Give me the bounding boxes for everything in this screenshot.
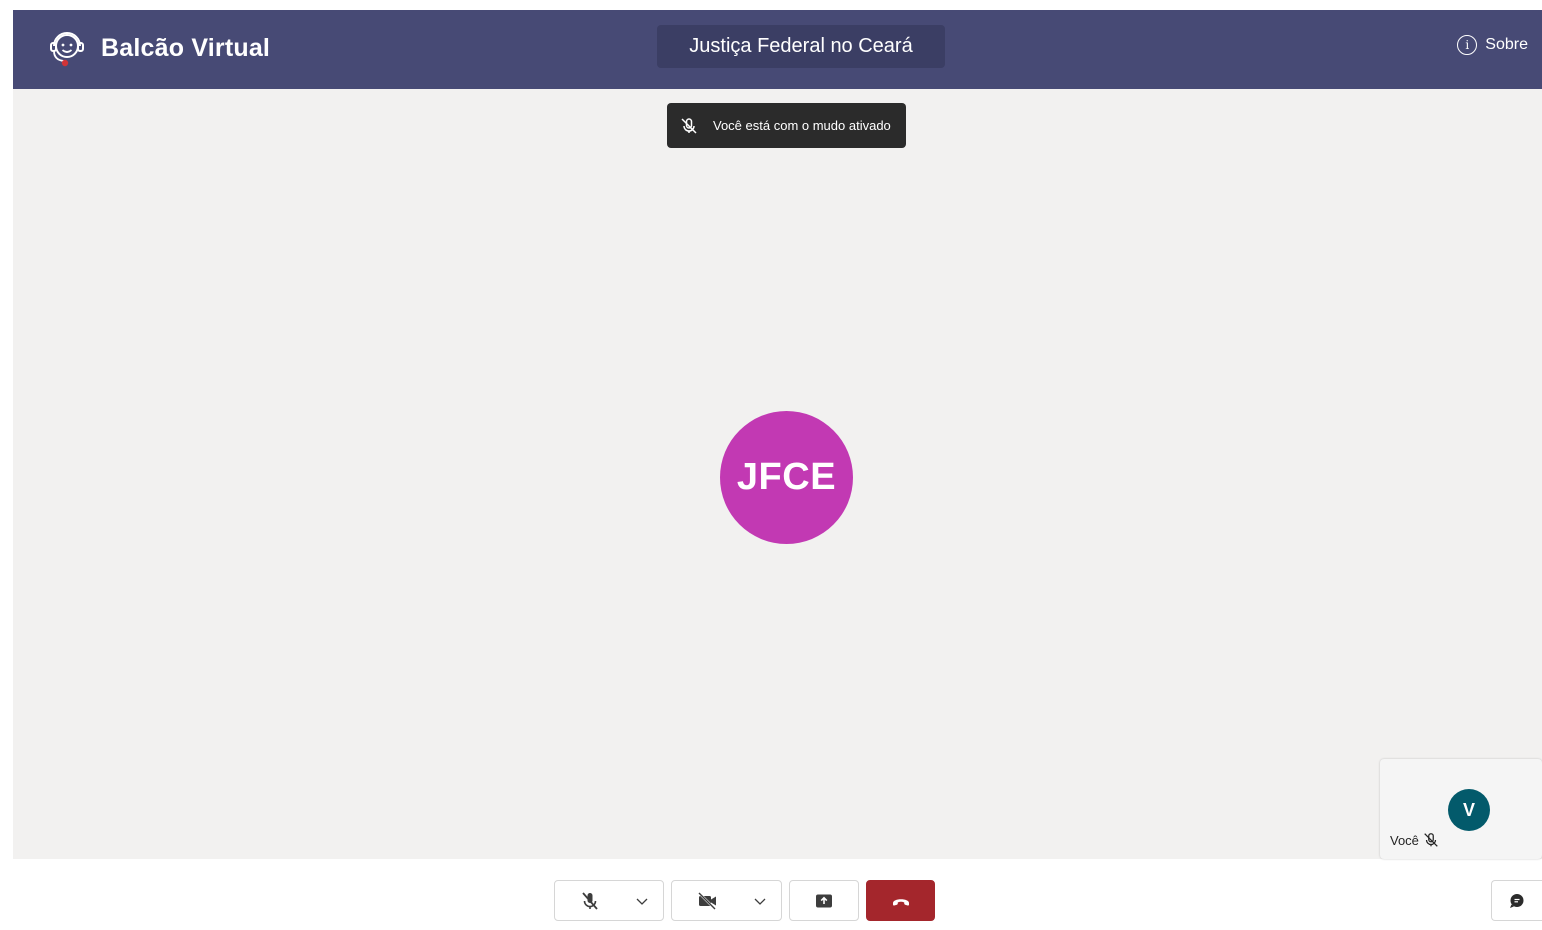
call-stage: Você está com o mudo ativado JFCE [13,89,1542,859]
self-label-row: Você [1390,831,1440,849]
headset-agent-icon [50,32,84,67]
microphone-button[interactable] [554,880,664,921]
mic-off-icon [681,117,697,134]
camera-off-icon [698,891,716,910]
mute-notification: Você está com o mudo ativado [667,103,906,148]
self-view-tile[interactable]: V Você [1380,759,1542,859]
self-avatar: V [1448,789,1490,831]
self-name: Você [1390,832,1419,848]
hangup-button[interactable] [866,880,935,921]
chevron-down-icon[interactable] [753,894,767,908]
chevron-down-icon[interactable] [635,894,649,908]
share-screen-icon [816,894,832,907]
mic-off-icon [1424,833,1438,847]
info-icon: i [1457,35,1478,55]
brand: Balcão Virtual [45,26,270,70]
chat-icon [1510,893,1524,908]
app-header: Balcão Virtual Justiça Federal no Ceará … [13,10,1542,89]
hangup-icon [892,898,909,906]
about-button[interactable]: i Sobre [1457,35,1528,55]
mute-notification-text: Você está com o mudo ativado [713,118,891,133]
organization-name: Justiça Federal no Ceará [657,25,945,68]
camera-button[interactable] [671,880,782,921]
app-title: Balcão Virtual [101,33,271,62]
participant-avatar: JFCE [720,411,853,544]
mic-off-icon [582,891,598,910]
call-controls [0,880,1542,923]
share-screen-button[interactable] [789,880,859,921]
about-label: Sobre [1485,36,1528,53]
chat-button[interactable] [1491,880,1542,921]
